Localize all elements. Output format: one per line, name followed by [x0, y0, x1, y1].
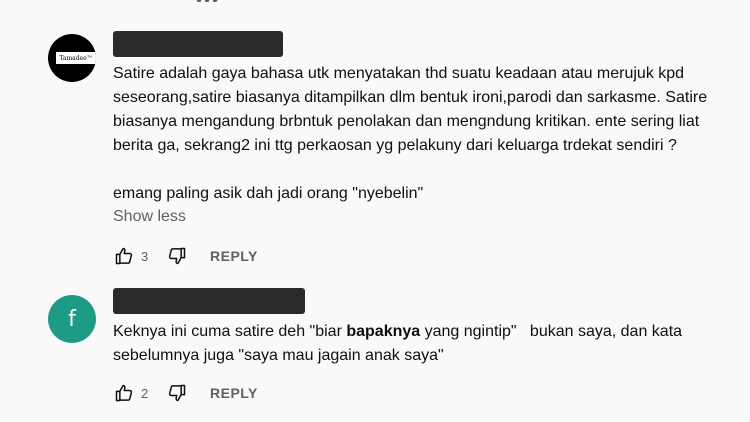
comment-line: emang paling asik dah jadi orang "nyebel…: [113, 185, 424, 202]
comment-line: Keknya ini cuma satire deh "biar bapakny…: [113, 320, 723, 344]
avatar[interactable]: Tamadee™: [48, 34, 96, 82]
redacted-author-name: [113, 31, 283, 57]
comment-line: berita ga, sekrang2 ini ttg perkaosan yg…: [113, 137, 677, 154]
reply-button[interactable]: REPLY: [210, 385, 258, 401]
comment-text-part: Keknya ini cuma satire deh "biar: [113, 323, 347, 340]
show-less-button[interactable]: Show less: [113, 208, 186, 226]
comment-line: sebelumnya juga "saya mau jagain anak sa…: [113, 347, 444, 364]
thumb-down-icon[interactable]: [166, 245, 188, 267]
like-count: 2: [141, 385, 149, 401]
redacted-author-name: [113, 288, 305, 314]
avatar-letter: f: [68, 306, 76, 332]
comment-actions: 3 REPLY: [113, 244, 258, 268]
thumb-down-icon[interactable]: [166, 382, 188, 404]
comment-line: seseorang,satire biasanya ditampilkan dl…: [113, 89, 708, 106]
comment-bold-text: bapaknya: [346, 323, 421, 340]
thumb-up-icon[interactable]: [113, 382, 135, 404]
thumb-up-icon[interactable]: [113, 245, 135, 267]
comment-actions: 2 REPLY: [113, 381, 258, 405]
channel-logo: Tamadee™: [56, 52, 96, 64]
avatar[interactable]: f: [48, 295, 96, 343]
comment-text: Satire adalah gaya bahasa utk menyatakan…: [113, 62, 723, 206]
reply-button[interactable]: REPLY: [210, 248, 258, 264]
comment-line: biasanya mengandung brbntuk penolakan da…: [113, 113, 700, 130]
comment-text: Keknya ini cuma satire deh "biar bapakny…: [113, 320, 723, 368]
comment-text-part: yang ngintip" bukan saya, dan kata: [420, 323, 683, 340]
previous-actions-sliver: ▾▾▾: [196, 0, 222, 2]
comment-line: Satire adalah gaya bahasa utk menyatakan…: [113, 65, 685, 82]
like-count: 3: [141, 248, 149, 264]
